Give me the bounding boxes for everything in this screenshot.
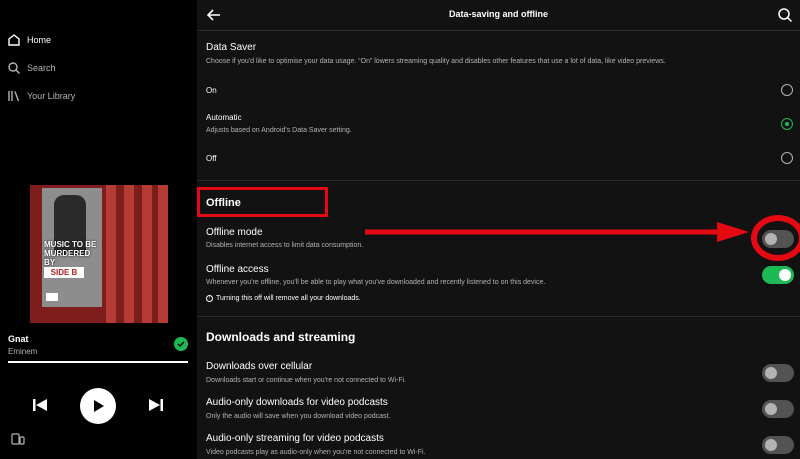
home-icon — [8, 34, 20, 46]
audio-only-downloads-title: Audio-only downloads for video podcasts — [206, 397, 388, 408]
divider — [197, 316, 800, 317]
data-saver-option-off-label: Off — [206, 154, 217, 163]
parental-advisory-label — [46, 293, 58, 301]
sidebar-item-home[interactable]: Home — [7, 30, 51, 50]
sidebar-item-search[interactable]: Search — [7, 58, 56, 78]
data-saver-description: Choose if you'd like to optimise your da… — [206, 58, 666, 65]
page-title: Data-saving and offline — [448, 9, 548, 19]
divider — [197, 30, 800, 31]
toggle-knob — [779, 269, 791, 281]
next-track-button[interactable] — [147, 396, 165, 414]
sidebar: Home Search Your Library MUSIC TO BE MUR… — [0, 0, 197, 459]
data-saver-option-off-radio[interactable] — [781, 152, 793, 164]
previous-track-button[interactable] — [31, 396, 49, 414]
skip-previous-icon — [33, 399, 47, 411]
playback-progress-fill — [8, 361, 188, 363]
annotation-highlight-box — [197, 187, 328, 217]
audio-only-streaming-title: Audio-only streaming for video podcasts — [206, 433, 384, 444]
sidebar-item-label: Your Library — [27, 91, 76, 101]
offline-access-warning: Turning this off will remove all your do… — [216, 295, 361, 302]
library-icon — [8, 91, 20, 102]
offline-mode-description: Disables internet access to limit data c… — [206, 242, 364, 249]
search-button[interactable] — [777, 7, 793, 23]
settings-panel: Data-saving and offline Data Saver Choos… — [197, 0, 800, 459]
data-saver-option-on-label: On — [206, 86, 217, 95]
top-bar: Data-saving and offline — [197, 0, 800, 30]
audio-only-streaming-toggle[interactable] — [762, 436, 794, 454]
connect-device-button[interactable] — [10, 432, 26, 446]
downloads-over-cellular-toggle[interactable] — [762, 364, 794, 382]
offline-access-title: Offline access — [206, 264, 269, 275]
track-artist[interactable]: Eminem — [8, 347, 37, 356]
offline-access-description: Whenever you're offline, you'll be able … — [206, 279, 546, 286]
offline-access-toggle[interactable] — [762, 266, 794, 284]
data-saver-option-automatic-description: Adjusts based on Android's Data Saver se… — [206, 127, 352, 134]
offline-mode-title: Offline mode — [206, 227, 263, 238]
play-button[interactable] — [80, 388, 116, 424]
audio-only-downloads-description: Only the audio will save when you downlo… — [206, 413, 391, 420]
sidebar-item-your-library[interactable]: Your Library — [7, 86, 75, 106]
audio-only-streaming-description: Video podcasts play as audio-only when y… — [206, 449, 426, 456]
playback-progress-bar[interactable] — [8, 361, 188, 363]
data-saver-option-automatic-label: Automatic — [206, 113, 242, 122]
data-saver-title: Data Saver — [206, 42, 257, 53]
play-icon — [94, 400, 104, 412]
album-art[interactable]: MUSIC TO BE MURDERED BY SIDE B — [30, 185, 168, 323]
search-icon — [8, 62, 20, 74]
toggle-knob — [765, 439, 777, 451]
liked-check-icon[interactable] — [174, 337, 188, 351]
data-saver-option-on-radio[interactable] — [781, 84, 793, 96]
divider — [197, 180, 800, 181]
downloads-section-title: Downloads and streaming — [206, 330, 356, 344]
annotation-arrow-right-icon — [365, 222, 749, 242]
info-icon: ! — [206, 295, 213, 302]
downloads-over-cellular-title: Downloads over cellular — [206, 361, 313, 372]
sidebar-item-label: Search — [27, 63, 56, 73]
search-icon — [778, 8, 793, 23]
audio-only-downloads-toggle[interactable] — [762, 400, 794, 418]
skip-next-icon — [149, 399, 163, 411]
data-saver-option-automatic-radio[interactable] — [781, 118, 793, 130]
sidebar-item-label: Home — [27, 35, 52, 45]
devices-icon — [11, 433, 25, 445]
annotation-highlight-circle — [751, 215, 800, 261]
toggle-knob — [765, 367, 777, 379]
toggle-knob — [765, 403, 777, 415]
downloads-over-cellular-description: Downloads start or continue when you're … — [206, 377, 407, 384]
track-title[interactable]: Gnat — [8, 334, 29, 344]
album-cover-text: MUSIC TO BE MURDERED BY — [44, 240, 97, 267]
album-side-label: SIDE B — [44, 267, 84, 278]
